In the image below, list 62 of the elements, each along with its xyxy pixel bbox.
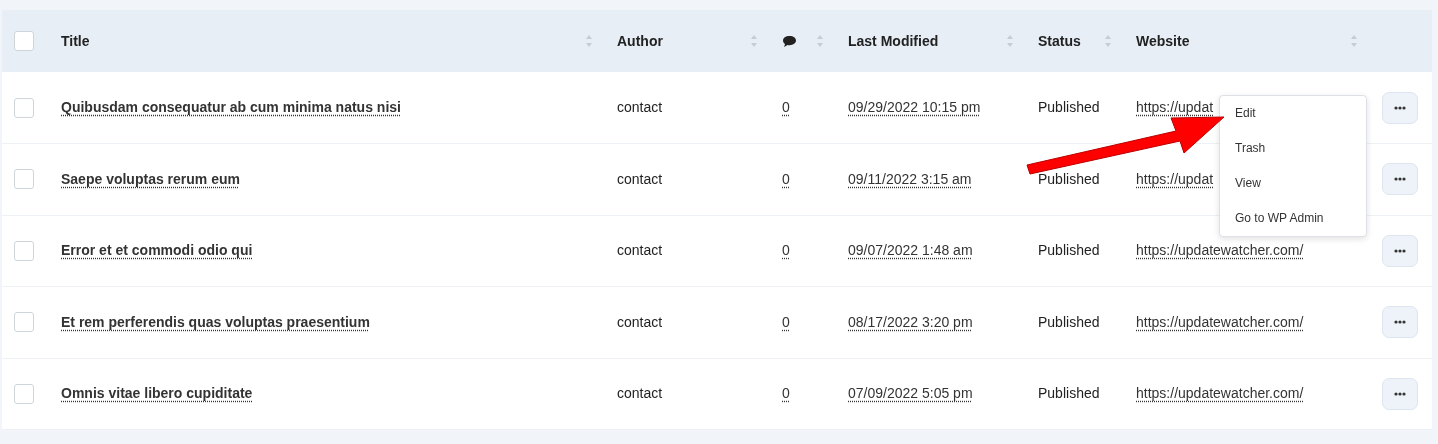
- column-header[interactable]: Status: [1038, 30, 1081, 52]
- author-text: contact: [617, 242, 663, 259]
- post-title-link[interactable]: Omnis vitae libero cupiditate: [61, 385, 253, 402]
- more-icon: [1394, 391, 1406, 396]
- sort-icon[interactable]: [585, 34, 593, 48]
- status-text: Published: [1038, 170, 1100, 187]
- sort-icon[interactable]: [816, 34, 824, 48]
- row-checkbox[interactable]: [14, 312, 34, 333]
- date-link[interactable]: 08/17/2022 3:20 pm: [848, 313, 973, 330]
- more-icon: [1394, 320, 1406, 325]
- post-title-link[interactable]: Error et et commodi odio qui: [61, 242, 253, 259]
- more-button[interactable]: [1382, 91, 1418, 124]
- sort-icon[interactable]: [750, 34, 758, 48]
- author-text: contact: [617, 170, 663, 187]
- sort-icon[interactable]: [1104, 34, 1112, 48]
- date-link[interactable]: 07/09/2022 5:05 pm: [848, 385, 973, 402]
- comment-count-link[interactable]: 0: [782, 242, 790, 259]
- more-icon: [1394, 248, 1406, 253]
- date-link[interactable]: 09/11/2022 3:15 am: [848, 170, 972, 187]
- more-button[interactable]: [1382, 163, 1418, 196]
- column-header[interactable]: Website: [1136, 30, 1190, 52]
- status-text: Published: [1038, 313, 1100, 330]
- post-title-link[interactable]: Saepe voluptas rerum eum: [61, 170, 240, 187]
- menu-item[interactable]: Edit: [1220, 96, 1366, 131]
- column-header[interactable]: Title: [61, 30, 90, 52]
- checkbox[interactable]: [14, 31, 34, 51]
- more-button[interactable]: [1382, 234, 1418, 267]
- website-link[interactable]: https://updatewatcher.com/: [1136, 313, 1304, 330]
- row-checkbox[interactable]: [14, 240, 34, 261]
- menu-item[interactable]: Trash: [1220, 131, 1366, 166]
- post-title-link[interactable]: Et rem perferendis quas voluptas praesentium: [61, 313, 370, 330]
- more-button[interactable]: [1382, 306, 1418, 339]
- status-text: Published: [1038, 99, 1100, 115]
- comment-icon: [782, 34, 797, 48]
- sort-icon[interactable]: [1006, 34, 1014, 48]
- comment-count-link[interactable]: 0: [782, 99, 790, 115]
- website-link[interactable]: https://updat: [1136, 99, 1214, 115]
- author-text: contact: [617, 313, 663, 330]
- post-title-link[interactable]: Quibusdam consequatur ab cum minima natus nisi: [61, 99, 401, 115]
- row-checkbox[interactable]: [14, 97, 34, 118]
- more-icon: [1394, 105, 1406, 110]
- comment-count-link[interactable]: 0: [782, 170, 790, 187]
- menu-item[interactable]: View: [1220, 166, 1366, 201]
- date-link[interactable]: 09/07/2022 1:48 am: [848, 242, 973, 259]
- date-link[interactable]: 09/29/2022 10:15 pm: [848, 99, 981, 115]
- row-checkbox[interactable]: [14, 169, 34, 190]
- comment-count-link[interactable]: 0: [782, 313, 790, 330]
- author-text: contact: [617, 385, 663, 402]
- menu-item[interactable]: Go to WP Admin: [1220, 201, 1366, 236]
- more-icon: [1394, 177, 1406, 182]
- website-link[interactable]: https://updatewatcher.com/: [1136, 242, 1304, 259]
- column-header[interactable]: Last Modified: [848, 30, 939, 52]
- row-checkbox[interactable]: [14, 383, 34, 404]
- author-text: contact: [617, 99, 663, 115]
- status-text: Published: [1038, 242, 1100, 259]
- column-header[interactable]: Author: [617, 30, 663, 52]
- comment-count-link[interactable]: 0: [782, 385, 790, 402]
- status-text: Published: [1038, 385, 1100, 402]
- website-link[interactable]: https://updatewatcher.com/: [1136, 385, 1304, 402]
- sort-icon[interactable]: [1350, 34, 1358, 48]
- more-button[interactable]: [1382, 377, 1418, 410]
- website-link[interactable]: https://updat: [1136, 170, 1214, 187]
